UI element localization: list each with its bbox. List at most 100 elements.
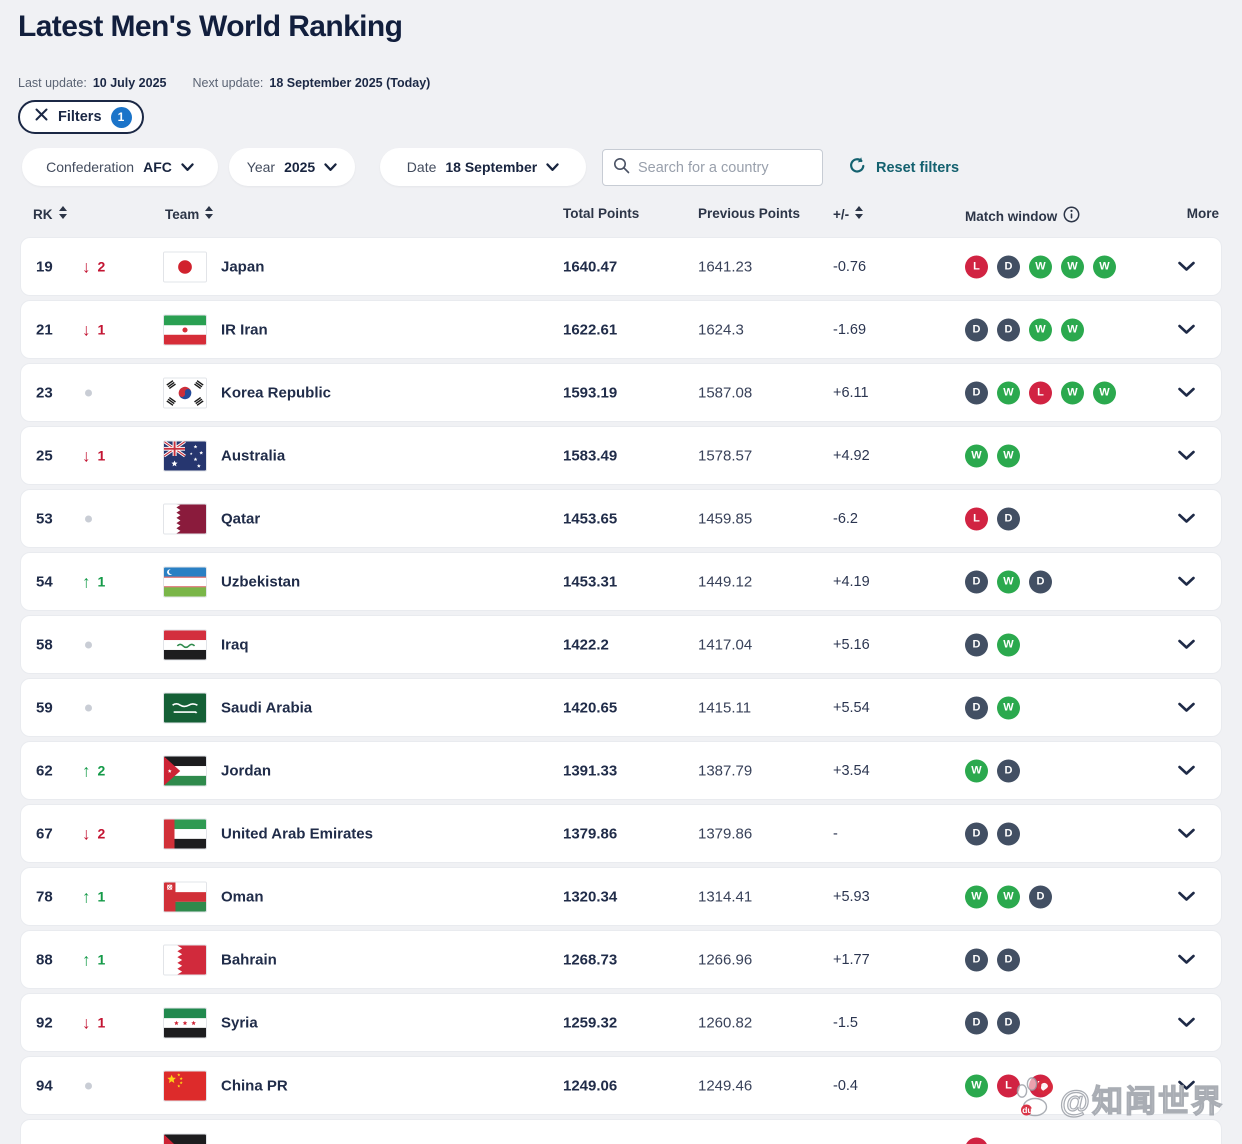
team-name: Korea Republic — [221, 384, 331, 401]
rank-value: 58 — [36, 636, 53, 653]
column-header-previous-points: Previous Points — [698, 206, 800, 221]
column-header-team[interactable]: Team — [165, 206, 213, 222]
rank-value: 78 — [36, 888, 53, 905]
rank-no-change-dot-icon — [85, 1082, 92, 1089]
match-window-results: DD — [965, 948, 1020, 971]
expand-row-chevron-icon[interactable] — [1174, 444, 1199, 467]
points-diff-value: -0.76 — [833, 259, 866, 275]
result-d-badge: D — [965, 948, 988, 971]
search-input[interactable] — [638, 160, 825, 176]
match-window-results: DD — [965, 1011, 1020, 1034]
table-row[interactable]: 21↓1IR Iran1622.611624.3-1.69DDWW — [20, 300, 1222, 359]
rank-change: ↑ — [82, 1140, 98, 1144]
expand-row-chevron-icon[interactable] — [1174, 759, 1199, 782]
result-d-badge: D — [997, 255, 1020, 278]
expand-row-chevron-icon[interactable] — [1174, 318, 1199, 341]
points-diff-value: +5.54 — [833, 700, 870, 716]
previous-points-value: 1449.12 — [698, 573, 752, 590]
column-header-plus-minus[interactable]: +/- — [833, 206, 863, 222]
date-dropdown[interactable]: Date 18 September — [380, 148, 586, 186]
reset-filters-button[interactable]: Reset filters — [848, 151, 959, 185]
table-row[interactable]: 78↑1Oman1320.341314.41+5.93WWD — [20, 867, 1222, 926]
match-window-results: WWD — [965, 885, 1052, 908]
table-row[interactable]: 59Saudi Arabia1420.651415.11+5.54DW — [20, 678, 1222, 737]
confederation-value: AFC — [143, 159, 172, 175]
result-l-badge: L — [965, 255, 988, 278]
ranking-rows: 19↓2Japan1640.471641.23-0.76LDWWW21↓1IR … — [20, 237, 1222, 1144]
x-icon — [34, 107, 49, 127]
table-row[interactable]: 88↑1Bahrain1268.731266.96+1.77DD — [20, 930, 1222, 989]
info-circle-icon[interactable] — [1063, 206, 1080, 226]
expand-row-chevron-icon[interactable] — [1174, 381, 1199, 404]
expand-row-chevron-icon[interactable] — [1174, 1011, 1199, 1034]
year-dropdown[interactable]: Year 2025 — [229, 148, 355, 186]
filters-button[interactable]: Filters 1 — [18, 100, 144, 134]
expand-row-chevron-icon[interactable] — [1174, 255, 1199, 278]
rank-down-arrow-icon: ↓ — [82, 321, 91, 338]
result-l-badge: L — [997, 1074, 1020, 1097]
table-row[interactable]: 92↓1Syria1259.321260.82-1.5DD — [20, 993, 1222, 1052]
points-diff-value: - — [833, 826, 838, 842]
match-window-results: WW — [965, 444, 1020, 467]
rank-value: 94 — [36, 1077, 53, 1094]
table-row[interactable]: 94China PR1249.061249.46-0.4WLL — [20, 1056, 1222, 1115]
total-points-value: 1622.61 — [563, 321, 617, 338]
rank-change — [82, 641, 92, 648]
expand-row-chevron-icon[interactable] — [1174, 696, 1199, 719]
points-diff-value: +5.93 — [833, 889, 870, 905]
expand-row-chevron-icon[interactable] — [1174, 633, 1199, 656]
next-update-value: 18 September 2025 (Today) — [269, 76, 430, 90]
table-row[interactable]: ↑L — [20, 1119, 1222, 1144]
table-row[interactable]: 62↑2Jordan1391.331387.79+3.54WD — [20, 741, 1222, 800]
result-w-badge: W — [1029, 318, 1052, 341]
confederation-dropdown[interactable]: Confederation AFC — [22, 148, 218, 186]
sort-icon — [855, 206, 863, 222]
result-w-badge: W — [1093, 381, 1116, 404]
match-window-results: DW — [965, 696, 1020, 719]
rank-value: 21 — [36, 321, 53, 338]
expand-row-chevron-icon[interactable] — [1174, 948, 1199, 971]
expand-row-chevron-icon[interactable] — [1174, 822, 1199, 845]
team-name: Saudi Arabia — [221, 699, 312, 716]
table-row[interactable]: 58Iraq1422.21417.04+5.16DW — [20, 615, 1222, 674]
rank-change-value: 1 — [98, 322, 106, 338]
rank-up-arrow-icon: ↑ — [82, 1140, 91, 1144]
rank-down-arrow-icon: ↓ — [82, 447, 91, 464]
table-row[interactable]: 54↑1Uzbekistan1453.311449.12+4.19DWD — [20, 552, 1222, 611]
team-header-label: Team — [165, 207, 199, 222]
expand-row-chevron-icon[interactable] — [1174, 885, 1199, 908]
flag-ps-icon — [163, 1133, 207, 1144]
rank-change-value: 1 — [98, 448, 106, 464]
rank-value: 25 — [36, 447, 53, 464]
table-row[interactable]: 19↓2Japan1640.471641.23-0.76LDWWW — [20, 237, 1222, 296]
rank-change-value: 1 — [98, 1015, 106, 1031]
table-header: RK Team Total Points Previous Points +/-… — [0, 206, 1242, 226]
table-row[interactable]: 25↓1Australia1583.491578.57+4.92WW — [20, 426, 1222, 485]
flag-cn-icon — [163, 1070, 207, 1101]
result-w-badge: W — [965, 444, 988, 467]
points-diff-value: +4.19 — [833, 574, 870, 590]
rank-change: ↑1 — [82, 951, 105, 968]
total-points-value: 1583.49 — [563, 447, 617, 464]
world-ranking-page: Latest Men's World Ranking Last update: … — [0, 0, 1242, 1144]
previous-points-value: 1415.11 — [698, 699, 751, 716]
expand-row-chevron-icon[interactable] — [1174, 1074, 1199, 1097]
total-points-header-label: Total Points — [563, 206, 639, 221]
previous-points-value: 1417.04 — [698, 636, 752, 653]
flag-sa-icon — [163, 692, 207, 723]
column-header-rank[interactable]: RK — [33, 206, 67, 222]
table-row[interactable]: 23Korea Republic1593.191587.08+6.11DWLWW — [20, 363, 1222, 422]
result-d-badge: D — [997, 1011, 1020, 1034]
rank-change: ↓1 — [82, 447, 105, 464]
table-row[interactable]: 67↓2United Arab Emirates1379.861379.86-D… — [20, 804, 1222, 863]
expand-row-chevron-icon[interactable] — [1174, 507, 1199, 530]
previous-points-value: 1379.86 — [698, 825, 752, 842]
refresh-icon — [848, 156, 867, 180]
previous-points-value: 1266.96 — [698, 951, 752, 968]
table-row[interactable]: 53Qatar1453.651459.85-6.2LD — [20, 489, 1222, 548]
rank-change — [82, 389, 92, 396]
plus-minus-header-label: +/- — [833, 207, 849, 222]
expand-row-chevron-icon[interactable] — [1174, 570, 1199, 593]
total-points-value: 1268.73 — [563, 951, 617, 968]
next-update-label: Next update: — [192, 76, 263, 90]
